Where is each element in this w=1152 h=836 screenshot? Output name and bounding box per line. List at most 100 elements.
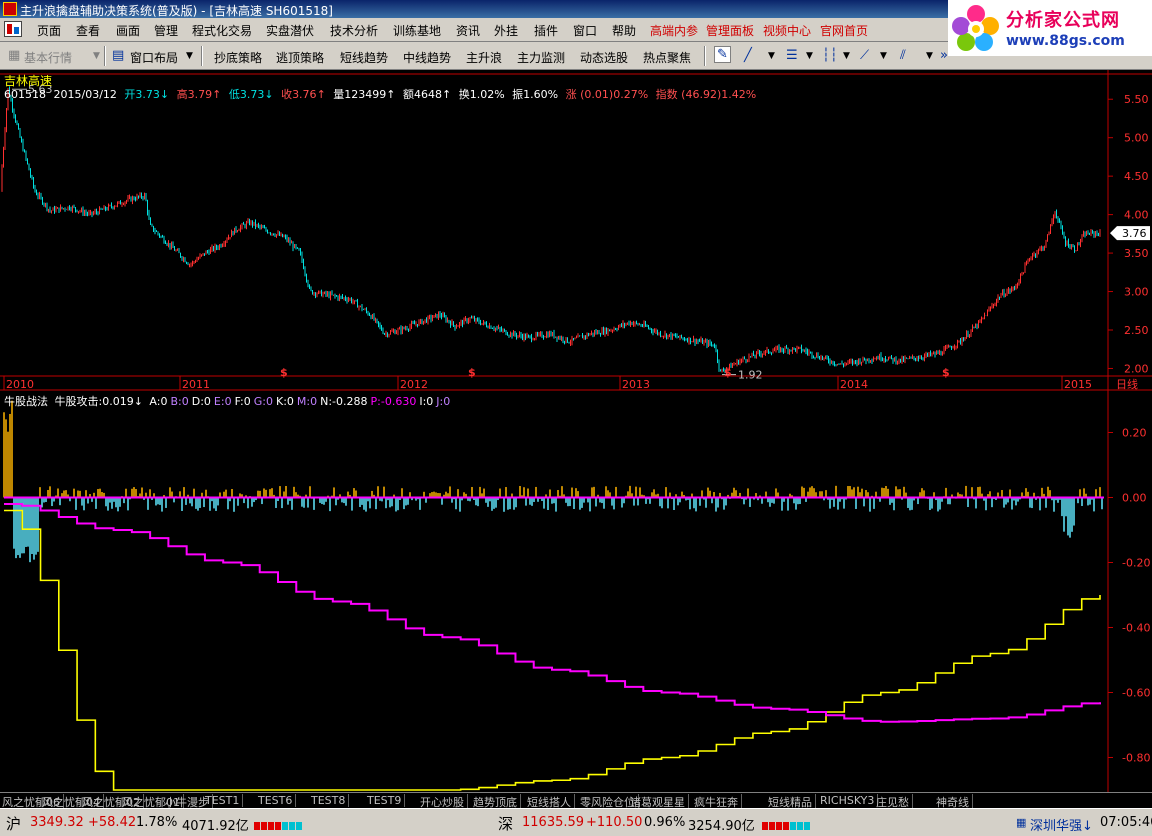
indicator-line-p (4, 503, 1101, 723)
chevron-down-icon[interactable]: ▼ (768, 51, 775, 61)
clock: 07:05:46 (1100, 815, 1152, 830)
high-label: 高 (176, 88, 188, 101)
stock-chart[interactable]: 5.50 5.00 4.50 4.00 3.50 3.00 2.50 2.00 0.20 0.00… (0, 70, 1152, 792)
time-axis-label: 2015 (1064, 378, 1092, 391)
close-value: 3.76 (292, 88, 317, 101)
indicator-line-n (4, 509, 1101, 791)
candlestick-series (1, 86, 1101, 375)
time-axis-label: 2010 (6, 378, 34, 391)
main-force-button[interactable]: 主力监测 (517, 49, 565, 66)
flower-logo-icon (952, 5, 999, 51)
open-label: 开 (124, 88, 136, 101)
window-title: 主升浪擒盘辅助决策系统(普及版) - [吉林高速 SH601518] (20, 4, 333, 18)
fan-tool-icon[interactable]: ⟋ (860, 48, 869, 63)
price-axis-label: 4.50 (1124, 170, 1149, 183)
strategy-bottom-button[interactable]: 抄底策略 (214, 49, 262, 66)
price-axis-label: 4.00 (1124, 209, 1149, 222)
sz-index-change: +110.50 (586, 815, 643, 830)
menu-item-screen[interactable]: 画面 (116, 22, 140, 39)
brand-logo[interactable]: 分析家公式网 www.88gs.com (948, 0, 1152, 56)
index-value: (46.92)1.42% (681, 88, 757, 101)
menu-item-premium-ref[interactable]: 高端内参 (650, 22, 698, 39)
menu-item-page[interactable]: 页面 (37, 22, 61, 39)
menu-item-live-ambush[interactable]: 实盘潜伏 (266, 22, 314, 39)
menu-item-plugins[interactable]: 插件 (534, 22, 558, 39)
last-price-label: 3.76 (1122, 227, 1147, 240)
line-tool-icon[interactable]: ╱ (744, 48, 752, 63)
window-layout-button[interactable]: 窗口布局 (130, 49, 178, 66)
change-label: 涨 (565, 88, 577, 101)
grid-tool-icon[interactable]: ┆┆ (822, 48, 838, 63)
menu-item-admin-panel[interactable]: 管理面板 (706, 22, 754, 39)
parallel-tool-icon[interactable]: ☰ (786, 48, 798, 63)
min-price-label: 1.92 (738, 369, 763, 382)
high-value: 3.79 (187, 88, 213, 101)
time-axis-label: 2014 (840, 378, 868, 391)
chevron-down-icon[interactable]: ▼ (880, 51, 887, 61)
menu-item-help[interactable]: 帮助 (612, 22, 636, 39)
app-icon (3, 2, 17, 16)
indicator-axis-label: 0.00 (1122, 492, 1147, 505)
indicator-value-item: K:0 (276, 395, 294, 408)
ticker-icon: ▦ (1016, 816, 1027, 829)
quote-info-row: 601518 2015/03/12 开3.73↓ 高3.79↑ 低3.73↓ 收… (4, 88, 757, 101)
menu-item-window[interactable]: 窗口 (573, 22, 597, 39)
brand-url: www.88gs.com (1006, 33, 1125, 49)
indicator-value-item: N:-0.288 (320, 395, 368, 408)
menu-item-official-site[interactable]: 官网首页 (820, 22, 868, 39)
channel-tool-icon[interactable]: ⫽ (900, 48, 906, 63)
dividend-marker: $ (942, 366, 950, 379)
main-wave-button[interactable]: 主升浪 (466, 49, 502, 66)
indicator-value-item: J:0 (436, 395, 451, 408)
sz-index-percent: 0.96% (644, 815, 686, 830)
chevron-down-icon[interactable]: ▼ (843, 51, 850, 61)
formula-tab[interactable]: RICHSKY3 (820, 794, 879, 807)
period-label: 日线 (1116, 377, 1138, 391)
basic-quote-icon: ▦ (8, 48, 21, 63)
indicator-axis-label: -0.60 (1122, 687, 1150, 700)
low-label: 低 (228, 88, 240, 101)
app-menu-icon[interactable] (4, 21, 22, 37)
menu-item-video-center[interactable]: 视频中心 (763, 22, 811, 39)
menu-item-program-trading[interactable]: 程式化交易 (192, 22, 252, 39)
formula-tab[interactable]: TEST8 (311, 794, 350, 807)
menu-item-plugin-ext[interactable]: 外挂 (494, 22, 518, 39)
index-label: 指数 (655, 88, 678, 101)
turnover-value: 1.02% (469, 88, 505, 101)
indicator-value-item: E:0 (213, 395, 232, 408)
short-trend-button[interactable]: 短线趋势 (340, 49, 388, 66)
menu-item-training[interactable]: 训练基地 (393, 22, 441, 39)
indicator-value-item: B:0 (170, 395, 189, 408)
strategy-top-button[interactable]: 逃顶策略 (276, 49, 324, 66)
formula-tab-bar: 风之忧郁06 风之忧郁04 风之忧郁02 风之忧郁01 小牛漫步 TEST1 TEST6 TE… (0, 792, 1152, 810)
formula-tab[interactable]: TEST9 (367, 794, 406, 807)
chevron-down-icon[interactable]: ▼ (926, 51, 933, 61)
quote-date: 2015/03/12 (53, 88, 117, 101)
draw-tool-icon[interactable]: ✎ (714, 46, 731, 63)
menu-item-news[interactable]: 资讯 (456, 22, 480, 39)
indicator-main-value: 牛股攻击:0.019 (54, 395, 134, 408)
scrolling-ticker[interactable]: 深圳华强↓ (1030, 815, 1093, 834)
chevron-down-icon[interactable]: ▼ (93, 51, 100, 61)
indicator-name: 牛股战法 (4, 395, 48, 408)
hotspot-button[interactable]: 热点聚焦 (643, 49, 691, 66)
formula-tab[interactable]: TEST6 (258, 794, 297, 807)
indicator-axis-label: -0.80 (1122, 752, 1150, 765)
basic-quote-button[interactable]: 基本行情 (24, 49, 72, 66)
price-axis-label: 3.00 (1124, 286, 1149, 299)
chart-area[interactable]: 5.50 5.00 4.50 4.00 3.50 3.00 2.50 2.00 0.20 0.00… (0, 70, 1152, 792)
chevron-down-icon[interactable]: ▼ (186, 51, 193, 61)
dynamic-pick-button[interactable]: 动态选股 (580, 49, 628, 66)
chevron-down-icon[interactable]: ▼ (806, 51, 813, 61)
menu-item-manage[interactable]: 管理 (154, 22, 178, 39)
menu-item-view[interactable]: 查看 (76, 22, 100, 39)
indicator-value-item: F:0 (234, 395, 251, 408)
toolbar-separator (704, 46, 706, 66)
formula-tab[interactable]: TEST1 (205, 794, 244, 807)
dividend-marker: $ (724, 366, 732, 379)
more-tools-icon[interactable]: » (940, 48, 948, 63)
close-label: 收 (281, 88, 293, 101)
mid-trend-button[interactable]: 中线趋势 (403, 49, 451, 66)
sz-index-value: 11635.59 (522, 815, 585, 830)
menu-item-tech-analysis[interactable]: 技术分析 (330, 22, 378, 39)
